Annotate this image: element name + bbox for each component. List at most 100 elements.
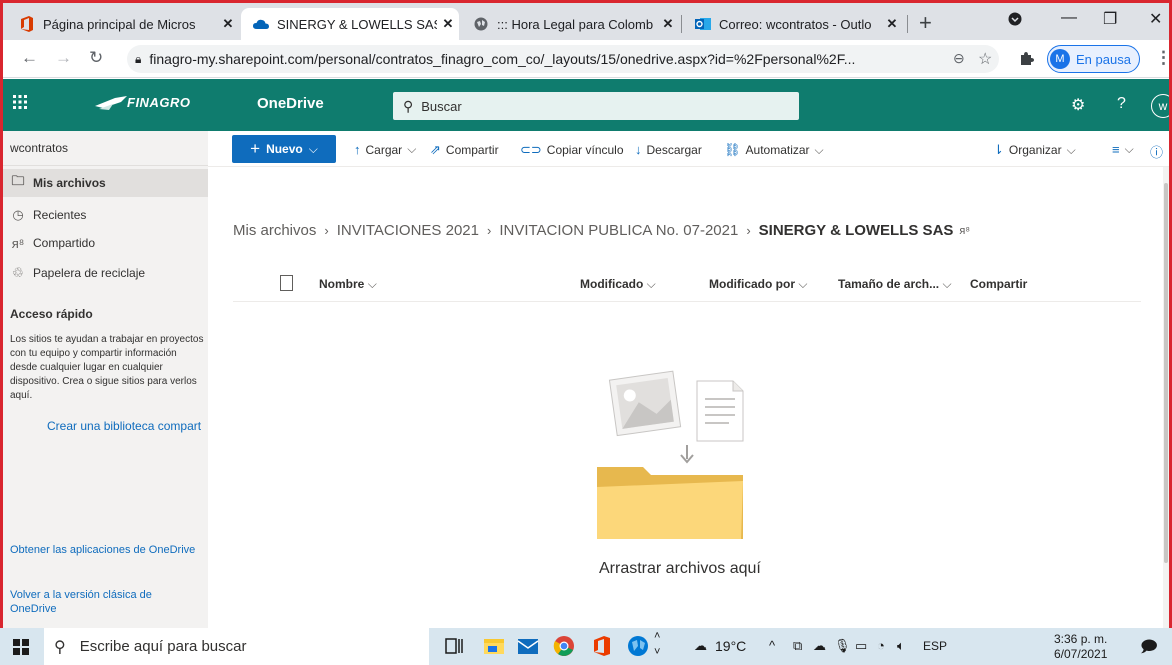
hidden-icons-chevron-icon[interactable]: ^ — [769, 638, 775, 653]
app-title[interactable]: OneDrive — [257, 95, 324, 112]
breadcrumb-mis-archivos[interactable]: Mis archivos — [233, 222, 316, 239]
chevron-right-icon: › — [486, 223, 492, 238]
outlook-icon — [695, 16, 711, 32]
chevron-down-icon: ⌵ — [1124, 142, 1134, 156]
browser-menu-icon[interactable]: ⋮ — [1155, 48, 1169, 68]
mail-icon[interactable] — [516, 634, 540, 658]
column-modified-by[interactable]: Modificado por ⌵ — [709, 277, 807, 292]
command-bar: + Nuevo ⌵ ↑ Cargar ⌵ ⇗ Compartir ⊂⊃ Copi… — [208, 131, 1169, 167]
meet-now-icon[interactable]: ⧉ — [793, 638, 802, 654]
finagro-logo-mark — [95, 95, 127, 110]
view-options-button[interactable]: ≡ ⌵ — [1112, 142, 1134, 157]
share-icon: ⇗ — [430, 142, 441, 157]
nav-compartido[interactable]: ᴙ⁸ Compartido — [3, 229, 208, 257]
reload-icon[interactable]: ↻ — [89, 48, 103, 68]
close-icon[interactable]: ✕ — [437, 16, 459, 32]
close-icon[interactable]: ✕ — [217, 16, 239, 32]
address-bar[interactable]: 🔒︎ finagro-my.sharepoint.com/personal/co… — [127, 45, 999, 73]
tab-outlook[interactable]: Correo: wcontratos - Outlo ✕ — [683, 8, 903, 40]
battery-icon[interactable]: ▭ — [855, 638, 867, 654]
breadcrumb-invitacion-publica[interactable]: INVITACION PUBLICA No. 07-2021 — [499, 222, 738, 239]
download-arrow-icon: ↓ — [635, 142, 642, 157]
chrome-icon[interactable] — [552, 634, 576, 658]
header-divider — [233, 301, 1141, 302]
recycle-bin-icon: ♲ — [12, 265, 24, 280]
restore-icon[interactable]: ❐ — [1103, 9, 1117, 29]
back-arrow-icon[interactable]: ← — [21, 48, 38, 68]
extensions-puzzle-icon[interactable] — [1019, 50, 1035, 69]
left-navigation: wcontratos 🗀 Mis archivos ◷ Recientes ᴙ⁸… — [3, 131, 208, 631]
language-indicator[interactable]: ESP — [923, 639, 947, 653]
breadcrumb-invitaciones[interactable]: INVITACIONES 2021 — [337, 222, 479, 239]
shared-people-icon[interactable]: ᴙ⁸ — [959, 225, 970, 237]
new-button[interactable]: + Nuevo ⌵ — [232, 135, 336, 163]
zoom-icon[interactable]: ⊖ — [953, 50, 965, 67]
suite-bar: FINAGRO OneDrive ⚲ Buscar ⚙ ? w — [3, 79, 1169, 131]
settings-gear-icon[interactable]: ⚙ — [1071, 95, 1085, 115]
taskbar-search-input[interactable]: ⚲ Escribe aquí para buscar — [44, 628, 429, 665]
tab-search-icon[interactable] — [1008, 12, 1022, 31]
bookmark-star-icon[interactable]: ☆ — [978, 49, 992, 69]
volume-icon[interactable]: 🔈︎ — [897, 638, 905, 654]
scrollbar-thumb[interactable] — [1164, 183, 1168, 563]
tab-sinergy[interactable]: SINERGY & LOWELLS SAS ✕ — [241, 8, 459, 40]
nav-papelera[interactable]: ♲ Papelera de reciclaje — [3, 259, 208, 287]
download-button[interactable]: ↓ Descargar — [635, 142, 702, 157]
windows-start-icon[interactable] — [13, 639, 29, 655]
column-modified[interactable]: Modificado ⌵ — [580, 277, 656, 292]
chevron-down-icon: ⌵ — [646, 277, 656, 291]
view-list-icon: ≡ — [1112, 142, 1120, 157]
classic-view-link[interactable]: Volver a la versión clásica de OneDrive — [10, 588, 200, 616]
microphone-icon[interactable]: 🎙︎ — [834, 638, 851, 654]
app-launcher-icon[interactable] — [13, 93, 27, 114]
profile-button[interactable]: M En pausa — [1047, 45, 1140, 73]
close-icon[interactable]: ✕ — [657, 16, 679, 32]
minimize-icon[interactable]: — — [1061, 9, 1077, 27]
empty-state-message: Arrastrar archivos aquí — [599, 560, 761, 577]
column-file-size[interactable]: Tamaño de arch... ⌵ — [838, 277, 952, 292]
get-apps-link[interactable]: Obtener las aplicaciones de OneDrive — [10, 543, 200, 557]
info-button[interactable]: ⓘ — [1150, 142, 1168, 161]
tab-office-home[interactable]: Página principal de Micros ✕ — [7, 8, 239, 40]
weather-temperature[interactable]: 19°C — [715, 638, 746, 654]
taskbar-clock[interactable]: 3:36 p. m. 6/07/2021 — [1054, 632, 1107, 662]
nav-mis-archivos[interactable]: 🗀 Mis archivos — [3, 169, 208, 197]
notifications-icon[interactable]: 🗩 — [1140, 636, 1158, 663]
automate-button[interactable]: ⛓ Automatizar ⌵ — [724, 142, 824, 158]
window-close-icon[interactable]: ✕ — [1149, 9, 1162, 29]
chevron-down-icon: ⌵ — [798, 277, 808, 291]
file-explorer-icon[interactable] — [482, 634, 506, 658]
upload-button[interactable]: ↑ Cargar ⌵ — [354, 142, 416, 157]
finagro-logo[interactable]: FINAGRO — [95, 95, 190, 110]
search-input[interactable]: ⚲ Buscar — [393, 92, 799, 120]
new-tab-plus-icon[interactable]: + — [919, 10, 932, 36]
tab-hora-legal[interactable]: ::: Hora Legal para Colomb ✕ — [461, 8, 679, 40]
wifi-icon[interactable]: ◔ — [877, 638, 885, 653]
taskbar-scroll-control[interactable]: ˄ ˅ — [654, 631, 660, 658]
create-library-link[interactable]: Crear una biblioteca compart — [47, 419, 201, 433]
column-sharing[interactable]: Compartir — [970, 277, 1027, 291]
avatar: M — [1050, 49, 1070, 69]
organize-button[interactable]: ⇂ Organizar ⌵ — [993, 142, 1076, 158]
weather-icon[interactable]: ☁ — [694, 638, 707, 654]
link-icon: ⊂⊃ — [520, 142, 542, 157]
user-avatar[interactable]: w — [1151, 94, 1169, 118]
forward-arrow-icon[interactable]: → — [55, 48, 72, 68]
nav-recientes[interactable]: ◷ Recientes — [3, 201, 208, 229]
sort-icon: ⇂ — [993, 142, 1004, 157]
network-globe-icon[interactable] — [626, 634, 650, 658]
column-name[interactable]: Nombre ⌵ — [319, 277, 377, 292]
help-icon[interactable]: ? — [1117, 95, 1126, 113]
tab-separator — [907, 15, 908, 33]
account-name: wcontratos — [10, 141, 69, 155]
share-button[interactable]: ⇗ Compartir — [430, 142, 499, 158]
onedrive-sync-icon[interactable]: ☁ — [813, 638, 826, 654]
people-icon: ᴙ⁸ — [11, 235, 25, 251]
plus-icon: + — [250, 139, 261, 158]
office-icon[interactable] — [590, 634, 614, 658]
copy-link-button[interactable]: ⊂⊃ Copiar vínculo — [520, 142, 624, 158]
task-view-icon[interactable] — [442, 634, 466, 658]
quick-access-description: Los sitios te ayudan a trabajar en proye… — [10, 334, 204, 401]
folder-icon: 🗀 — [11, 173, 25, 188]
close-icon[interactable]: ✕ — [881, 16, 903, 32]
